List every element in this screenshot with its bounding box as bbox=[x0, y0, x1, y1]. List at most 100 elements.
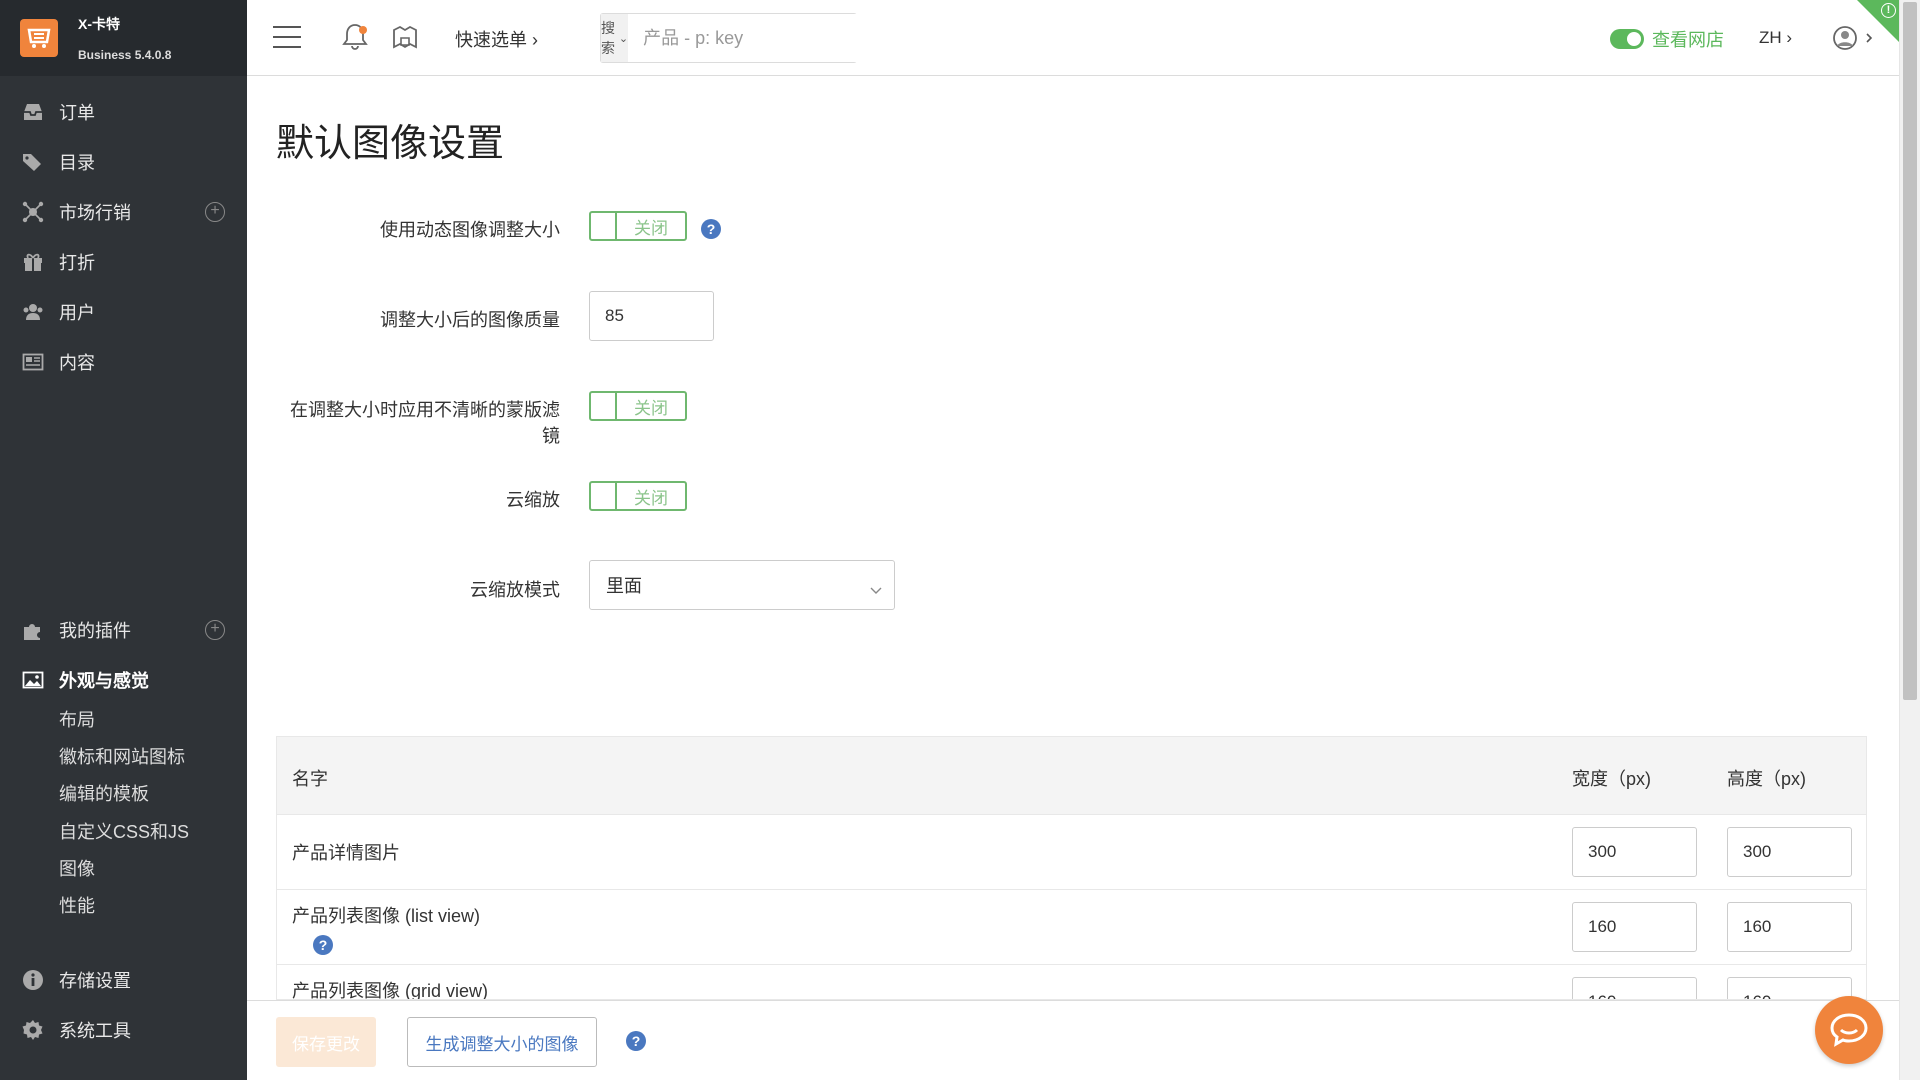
row-name: 产品详情图片 bbox=[292, 843, 400, 863]
col-height-header: 高度（px) bbox=[1727, 769, 1807, 789]
width-input[interactable] bbox=[1572, 977, 1697, 999]
sidebar-item-label: 订单 bbox=[59, 103, 95, 123]
cloud-zoom-mode-select[interactable]: 里面 bbox=[589, 560, 895, 610]
add-marketing-icon[interactable]: + bbox=[205, 202, 225, 222]
toggle-state-label: 关闭 bbox=[634, 488, 668, 508]
quality-label: 调整大小后的图像质量 bbox=[380, 310, 560, 330]
page-title: 默认图像设置 bbox=[276, 123, 505, 165]
search-bar: 搜索 ⌄ bbox=[600, 13, 876, 63]
sidebar-item-content[interactable]: 内容 bbox=[0, 337, 247, 387]
sidebar-item-discounts[interactable]: 打折 bbox=[0, 237, 247, 287]
row-name: 产品列表图像 (grid view) bbox=[292, 981, 489, 1000]
table-row: 产品详情图片 bbox=[277, 815, 1866, 890]
sidebar-item-orders[interactable]: 订单 bbox=[0, 87, 247, 137]
sidebar-item-label: 外观与感觉 bbox=[59, 671, 149, 691]
unsharp-toggle[interactable]: 关闭 bbox=[589, 391, 687, 421]
help-icon[interactable]: ? bbox=[701, 219, 721, 239]
sidebar-subitem-layout[interactable]: 布局 bbox=[59, 706, 95, 732]
sidebar-subitem-edit-templates[interactable]: 编辑的模板 bbox=[59, 780, 149, 806]
cloud-zoom-label: 云缩放 bbox=[506, 490, 560, 510]
image-icon bbox=[22, 669, 44, 691]
sidebar-item-label: 存储设置 bbox=[59, 971, 131, 991]
storefront-icon[interactable] bbox=[392, 24, 418, 55]
newspaper-icon bbox=[22, 351, 44, 373]
height-input[interactable] bbox=[1727, 977, 1852, 999]
sidebar-item-label: 内容 bbox=[59, 353, 95, 373]
toggle-state-label: 关闭 bbox=[634, 398, 668, 418]
help-icon[interactable]: ? bbox=[626, 1031, 646, 1051]
sidebar-item-system-tools[interactable]: 系统工具 bbox=[0, 1005, 247, 1055]
scrollbar[interactable] bbox=[1899, 0, 1920, 1080]
unsharp-label: 在调整大小时应用不清晰的蒙版滤镜 bbox=[290, 400, 560, 446]
sidebar-subitem-performance[interactable]: 性能 bbox=[59, 892, 95, 918]
top-bar: 快速选单 › 搜索 ⌄ 查看网店 ZH › ! bbox=[247, 0, 1899, 76]
sidebar-item-label: 市场行销 bbox=[59, 203, 131, 223]
height-input[interactable] bbox=[1727, 902, 1852, 952]
table-header: 名字 宽度（px) 高度（px) bbox=[277, 737, 1866, 815]
quick-menu[interactable]: 快速选单 › bbox=[455, 26, 538, 52]
width-input[interactable] bbox=[1572, 902, 1697, 952]
view-store-link[interactable]: 查看网店 bbox=[1610, 26, 1724, 52]
col-name-header: 名字 bbox=[292, 769, 328, 789]
brand-name: X-卡特 bbox=[78, 16, 120, 32]
quick-menu-label: 快速选单 bbox=[455, 30, 527, 50]
image-sizes-table: 名字 宽度（px) 高度（px) 产品详情图片 产品列表图像 (list vie… bbox=[276, 736, 1867, 1000]
sidebar-item-label: 打折 bbox=[59, 253, 95, 273]
chat-icon[interactable] bbox=[1815, 996, 1883, 1064]
action-bar: 保存更改 生成调整大小的图像 ? bbox=[247, 1000, 1899, 1080]
brand-version: Business 5.4.0.8 bbox=[78, 48, 172, 62]
sidebar-item-label: 用户 bbox=[59, 303, 95, 323]
network-icon bbox=[22, 201, 44, 223]
sidebar-item-marketing[interactable]: 市场行销 + bbox=[0, 187, 247, 237]
cloud-zoom-toggle[interactable]: 关闭 bbox=[589, 481, 687, 511]
dynamic-resize-toggle[interactable]: 关闭 bbox=[589, 211, 687, 241]
select-value: 里面 bbox=[606, 576, 642, 596]
notification-dot bbox=[359, 26, 367, 34]
sidebar-subitem-logo-favicon[interactable]: 徽标和网站图标 bbox=[59, 743, 185, 769]
view-store-label: 查看网店 bbox=[1652, 30, 1724, 50]
save-button[interactable]: 保存更改 bbox=[276, 1017, 376, 1067]
tags-icon bbox=[22, 151, 44, 173]
brand[interactable]: X-卡特 Business 5.4.0.8 bbox=[0, 0, 247, 76]
gear-icon bbox=[22, 1019, 44, 1041]
inbox-icon bbox=[22, 101, 44, 123]
sidebar-item-look-and-feel[interactable]: 外观与感觉 bbox=[0, 655, 247, 705]
puzzle-icon bbox=[22, 619, 44, 641]
sidebar-item-my-addons[interactable]: 我的插件 + bbox=[0, 605, 247, 655]
cart-logo-icon bbox=[20, 19, 58, 57]
menu-toggle-icon[interactable] bbox=[273, 26, 301, 48]
width-input[interactable] bbox=[1572, 827, 1697, 877]
sidebar-subitem-custom-css-js[interactable]: 自定义CSS和JS bbox=[59, 818, 189, 844]
chevron-right-icon: › bbox=[532, 30, 539, 50]
scrollbar-thumb[interactable] bbox=[1903, 2, 1917, 700]
sidebar-subitem-images[interactable]: 图像 bbox=[59, 855, 95, 881]
users-icon bbox=[22, 301, 44, 323]
row-name: 产品列表图像 (list view) bbox=[292, 906, 480, 926]
quality-input[interactable] bbox=[589, 291, 714, 341]
dynamic-resize-label: 使用动态图像调整大小 bbox=[380, 220, 560, 240]
help-icon[interactable]: ? bbox=[313, 935, 333, 955]
generate-resized-images-button[interactable]: 生成调整大小的图像 bbox=[407, 1017, 597, 1067]
height-input[interactable] bbox=[1727, 827, 1852, 877]
add-addon-icon[interactable]: + bbox=[205, 620, 225, 640]
chevron-down-icon: ⌄ bbox=[618, 32, 629, 45]
sidebar-item-store-setup[interactable]: 存储设置 bbox=[0, 955, 247, 1005]
toggle-state-label: 关闭 bbox=[634, 218, 668, 238]
cloud-zoom-mode-label: 云缩放模式 bbox=[470, 580, 560, 600]
table-row: 产品列表图像 (grid view) bbox=[277, 965, 1866, 1000]
sidebar-item-users[interactable]: 用户 bbox=[0, 287, 247, 337]
chevron-down-icon bbox=[870, 579, 882, 600]
alert-icon[interactable]: ! bbox=[1881, 3, 1896, 18]
search-type-dropdown[interactable]: 搜索 ⌄ bbox=[601, 14, 629, 62]
gift-icon bbox=[22, 251, 44, 273]
sidebar: X-卡特 Business 5.4.0.8 订单 目录 市场行销 + 打折 用户… bbox=[0, 0, 247, 1080]
language-label: ZH bbox=[1759, 28, 1782, 47]
language-selector[interactable]: ZH › bbox=[1759, 28, 1792, 48]
store-online-toggle[interactable] bbox=[1610, 29, 1644, 49]
sidebar-item-catalog[interactable]: 目录 bbox=[0, 137, 247, 187]
sidebar-item-label: 我的插件 bbox=[59, 621, 131, 641]
search-type-label: 搜索 bbox=[601, 20, 615, 56]
col-width-header: 宽度（px) bbox=[1572, 769, 1652, 789]
search-input[interactable] bbox=[628, 14, 876, 62]
sidebar-item-label: 系统工具 bbox=[59, 1021, 131, 1041]
